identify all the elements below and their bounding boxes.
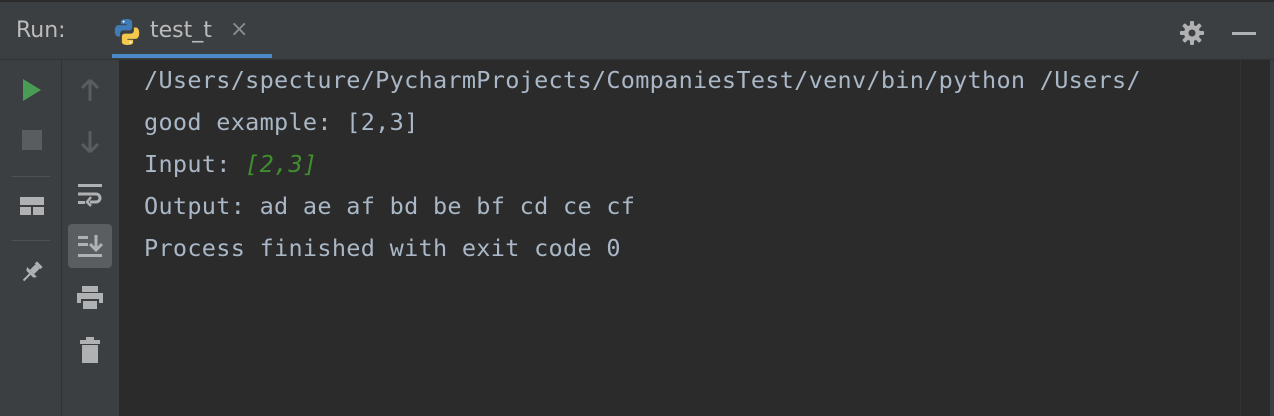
up-arrow-icon [80,78,100,101]
tab-label: test_t [150,18,212,43]
run-label: Run: [16,18,66,43]
console-line-command: /Users/specture/PycharmProjects/Companie… [144,66,1141,94]
next-occurrence-button[interactable] [68,120,112,164]
minimize-icon[interactable] [1232,32,1256,35]
pin-icon [22,261,43,282]
gear-icon[interactable] [1178,19,1206,47]
run-toolbar-primary [0,60,62,416]
scroll-to-end-button[interactable] [68,224,112,268]
input-value: [2,3] [245,150,318,178]
console-line-finished: Process finished with exit code 0 [144,234,621,262]
run-tool-window: Run: test_t × /Users/specture/PycharmPro… [0,0,1274,416]
run-icon [23,79,41,101]
print-button[interactable] [68,276,112,320]
console-line-example: good example: [2,3] [144,108,419,136]
trash-icon [80,337,100,363]
input-label: Input: [144,150,246,178]
console-output[interactable]: /Users/specture/PycharmProjects/Companie… [120,60,1240,416]
close-icon[interactable]: × [230,19,248,41]
console-scrollbar[interactable] [1240,60,1270,416]
print-icon [77,286,103,311]
layout-button[interactable] [10,184,54,228]
stop-icon [22,130,42,150]
previous-occurrence-button[interactable] [68,68,112,112]
pin-tab-button[interactable] [10,250,54,294]
soft-wrap-icon [78,184,102,207]
scroll-to-end-icon [78,235,104,257]
run-tab-test-t[interactable]: test_t × [104,4,272,58]
clear-all-button[interactable] [68,328,112,372]
rerun-button[interactable] [10,68,54,112]
soft-wrap-button[interactable] [68,172,112,216]
console-line-input: Input: [2,3] [144,150,317,178]
toolbar-separator [12,240,50,241]
layout-icon [20,197,44,215]
stop-button[interactable] [10,118,54,162]
python-icon [114,19,140,45]
run-header: Run: test_t × [0,4,1274,60]
toolbar-separator [12,176,50,177]
tab-selected-indicator [112,54,272,58]
down-arrow-icon [80,131,100,154]
console-line-output: Output: ad ae af bd be bf cd ce cf [144,192,636,220]
run-toolbar-secondary [62,60,120,416]
window-edge [1270,60,1274,416]
